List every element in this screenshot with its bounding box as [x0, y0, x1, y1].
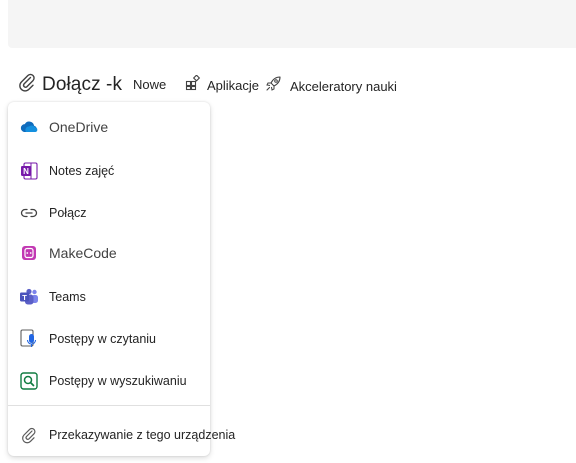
page: Dołącz -k Nowe Aplikacje Akceleratory na…: [0, 0, 576, 463]
menu-item-upload-from-device[interactable]: Przekazywanie z tego urządzenia: [8, 415, 235, 455]
menu-item-class-notebook[interactable]: N Notes zajęć: [8, 151, 210, 191]
learning-accelerators-label: Akceleratory nauki: [290, 78, 397, 94]
search-progress-icon: [19, 371, 39, 391]
apps-button[interactable]: Aplikacje: [185, 74, 260, 96]
toolbar: Dołącz -k Nowe Aplikacje Akceleratory na…: [0, 68, 576, 102]
attach-button[interactable]: Dołącz -k: [18, 72, 122, 97]
apps-label: Aplikacje: [207, 78, 260, 93]
svg-text:N: N: [23, 167, 29, 176]
menu-divider: [8, 405, 210, 406]
teams-icon: T: [19, 287, 39, 307]
menu-item-label: Postępy w czytaniu: [49, 332, 156, 346]
menu-item-label: Połącz: [49, 206, 87, 220]
menu-item-label: Notes zajęć: [49, 164, 115, 178]
menu-item-onedrive[interactable]: OneDrive: [8, 107, 210, 147]
makecode-icon: [19, 243, 39, 263]
menu-item-label: Przekazywanie z tego urządzenia: [49, 428, 236, 442]
menu-item-link[interactable]: Połącz: [8, 193, 210, 233]
link-icon: [19, 203, 39, 223]
menu-item-teams[interactable]: T Teams: [8, 277, 210, 317]
menu-item-label: MakeCode: [49, 245, 117, 261]
menu-item-makecode[interactable]: MakeCode: [8, 233, 210, 273]
learning-accelerators-button[interactable]: Akceleratory nauki: [265, 75, 397, 97]
onenote-class-notebook-icon: N: [19, 161, 39, 181]
paperclip-icon: [18, 72, 36, 97]
attach-label: Dołącz -k: [42, 73, 123, 95]
apps-icon: [185, 74, 201, 96]
menu-item-label: Postępy w wyszukiwaniu: [49, 374, 187, 388]
svg-text:T: T: [22, 293, 27, 302]
attach-dropdown-menu: OneDrive N Notes zajęć Połącz MakeCode T…: [8, 102, 235, 456]
top-bar: [8, 0, 576, 48]
menu-item-label: OneDrive: [49, 119, 109, 135]
reading-progress-icon: [19, 329, 39, 349]
onedrive-icon: [19, 117, 39, 137]
new-button[interactable]: Nowe: [133, 77, 166, 92]
new-label: Nowe: [133, 77, 167, 92]
rocket-icon: [265, 75, 282, 97]
menu-item-label: Teams: [49, 290, 86, 304]
menu-item-search-progress[interactable]: Postępy w wyszukiwaniu: [8, 361, 210, 401]
paperclip-icon: [19, 425, 39, 445]
menu-item-reading-progress[interactable]: Postępy w czytaniu: [8, 319, 210, 359]
